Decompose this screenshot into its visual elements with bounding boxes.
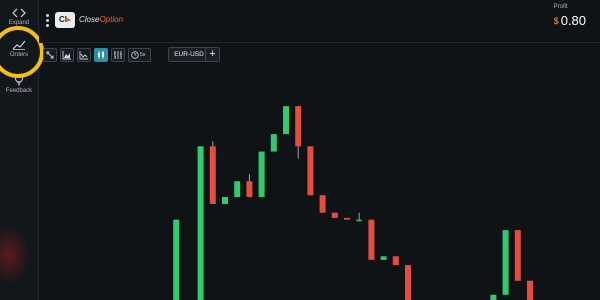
left-sidebar: Expand Orders Feedback [0, 0, 39, 300]
timeframe-button[interactable]: 5s [128, 48, 151, 62]
sidebar-item-label: Orders [9, 52, 29, 58]
sidebar-item-orders[interactable]: Orders [0, 40, 38, 58]
area-chart-icon [62, 51, 71, 60]
top-header: CI▸ CloseOption Profit $0.80 [39, 0, 600, 43]
candle [502, 230, 509, 295]
currency-pair-button[interactable]: EUR-USD [168, 47, 210, 62]
candle [368, 219, 375, 260]
candle [173, 219, 180, 300]
candle [246, 174, 253, 197]
candlestick-button[interactable] [94, 48, 108, 62]
profit-value: 0.80 [560, 13, 586, 28]
candle-body [209, 146, 216, 204]
candle-body [234, 181, 241, 197]
candle-body [173, 219, 180, 300]
candle [527, 280, 533, 300]
candle-body [380, 256, 387, 260]
candle-body [307, 146, 314, 196]
sidebar-item-label: Expand [8, 20, 30, 26]
candle [307, 146, 314, 196]
line-chart-icon [79, 51, 88, 60]
profit-value-wrap: $0.80 [554, 13, 586, 28]
candle [258, 151, 265, 197]
candle [514, 230, 521, 281]
background-glow [0, 225, 30, 285]
candle-body [527, 280, 533, 300]
candle-body [514, 230, 521, 281]
candle [344, 217, 350, 220]
candle-body [270, 134, 277, 152]
candle [392, 256, 399, 266]
logo-word-option: Option [99, 15, 124, 24]
candle-body [283, 106, 289, 135]
candlestick-icon [98, 51, 104, 59]
candle-body [490, 294, 497, 300]
candle-body [197, 146, 204, 300]
candle-body [319, 195, 326, 213]
candle-body [222, 196, 228, 204]
candle-body [356, 219, 363, 221]
candle-body [295, 106, 302, 147]
candle-body [405, 265, 411, 300]
candle-body [258, 151, 265, 197]
logo-text: CloseOption [79, 15, 123, 24]
add-pair-button[interactable]: + [205, 47, 220, 62]
logo-badge-text: CI [58, 15, 67, 24]
clock-icon [131, 51, 139, 59]
currency-symbol: $ [553, 16, 559, 26]
sidebar-item-feedback[interactable]: Feedback [0, 74, 38, 94]
candle [295, 106, 302, 159]
candle [356, 212, 363, 222]
candle-body [368, 219, 375, 260]
candle [270, 134, 277, 152]
fullscreen-icon [46, 51, 54, 59]
candle [490, 294, 497, 300]
candle [380, 256, 387, 260]
bar-chart-icon [114, 51, 122, 59]
candle [209, 141, 216, 204]
candle [331, 212, 338, 218]
trend-line-icon [12, 40, 26, 50]
candle [319, 195, 326, 213]
candle [197, 146, 204, 300]
sidebar-item-label: Feedback [5, 88, 33, 94]
fullscreen-button[interactable] [43, 48, 57, 62]
sidebar-item-expand[interactable]: Expand [0, 8, 38, 26]
logo-badge: CI▸ [55, 12, 75, 28]
candle-body [392, 256, 399, 266]
profit-label: Profit [553, 4, 568, 10]
candle-body [344, 217, 350, 220]
line-chart-button[interactable] [77, 48, 91, 62]
candle-body [331, 212, 338, 218]
candlestick-chart[interactable] [39, 66, 600, 300]
candle-body [246, 181, 253, 197]
kebab-menu-icon[interactable] [46, 14, 49, 29]
candle [283, 106, 289, 135]
lightbulb-icon [15, 74, 23, 86]
candle [234, 181, 241, 197]
candle [405, 265, 411, 300]
area-chart-button[interactable] [60, 48, 74, 62]
candle-body [502, 230, 509, 295]
code-brackets-icon [12, 8, 26, 18]
profit-display: Profit $0.80 [554, 4, 586, 28]
bar-chart-button[interactable] [111, 48, 125, 62]
logo-word-close: Close [79, 15, 100, 24]
candle [222, 196, 228, 204]
timeframe-label: 5s [140, 52, 146, 58]
